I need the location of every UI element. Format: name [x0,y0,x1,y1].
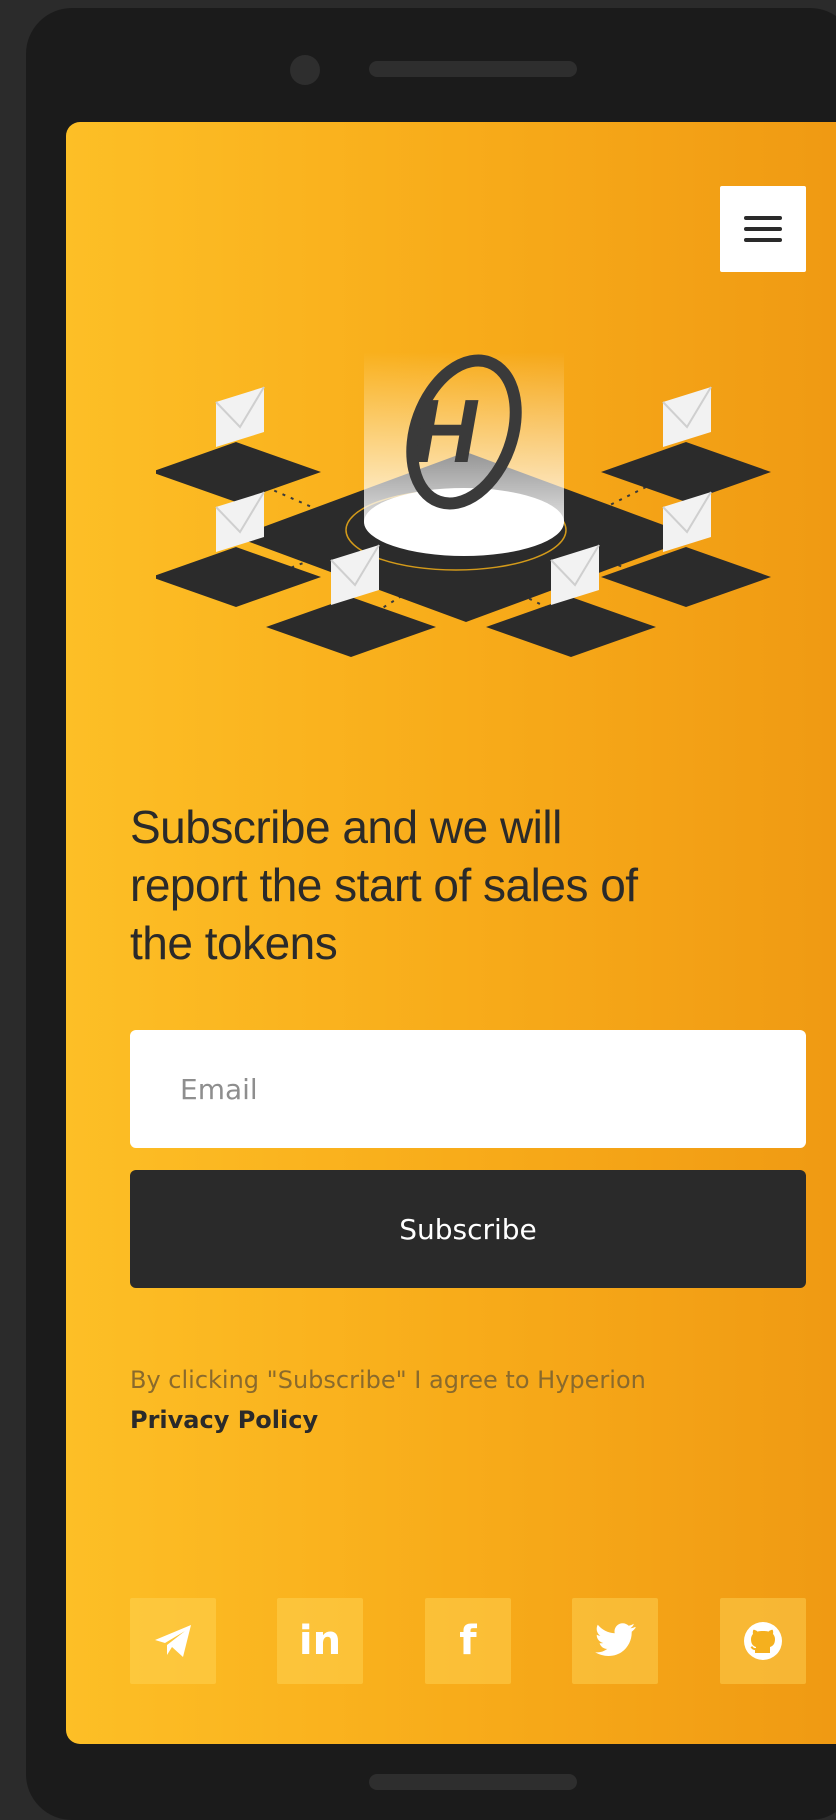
consent-note: By clicking "Subscribe" I agree to Hyper… [130,1360,770,1440]
linkedin-icon: in [298,1618,342,1664]
mail-tile [156,386,321,502]
telegram-button[interactable] [130,1598,216,1684]
headline: Subscribe and we will report the start o… [130,801,638,969]
subscribe-button[interactable]: Subscribe [130,1170,806,1288]
home-indicator [369,1774,577,1790]
github-icon [744,1622,782,1660]
hamburger-icon-line [744,227,782,231]
linkedin-button[interactable]: in [277,1598,363,1684]
privacy-policy-link[interactable]: Privacy Policy [130,1400,770,1440]
facebook-icon: f [459,1618,477,1664]
token-network-illustration: H [156,352,771,657]
telegram-icon [155,1625,191,1657]
email-field[interactable] [130,1030,806,1148]
facebook-button[interactable]: f [425,1598,511,1684]
consent-text: By clicking "Subscribe" I agree to Hyper… [130,1366,646,1394]
menu-button[interactable] [720,186,806,272]
screen: H Subscribe and we will report the start… [66,122,836,1744]
hamburger-icon-line [744,216,782,220]
hamburger-icon-line [744,238,782,242]
mail-tile [601,386,771,502]
phone-frame: H Subscribe and we will report the start… [26,8,836,1820]
speaker-grille [369,61,577,77]
camera-dot [290,55,320,85]
github-button[interactable] [720,1598,806,1684]
social-links: in f [130,1598,806,1684]
twitter-icon [595,1623,636,1656]
twitter-button[interactable] [572,1598,658,1684]
